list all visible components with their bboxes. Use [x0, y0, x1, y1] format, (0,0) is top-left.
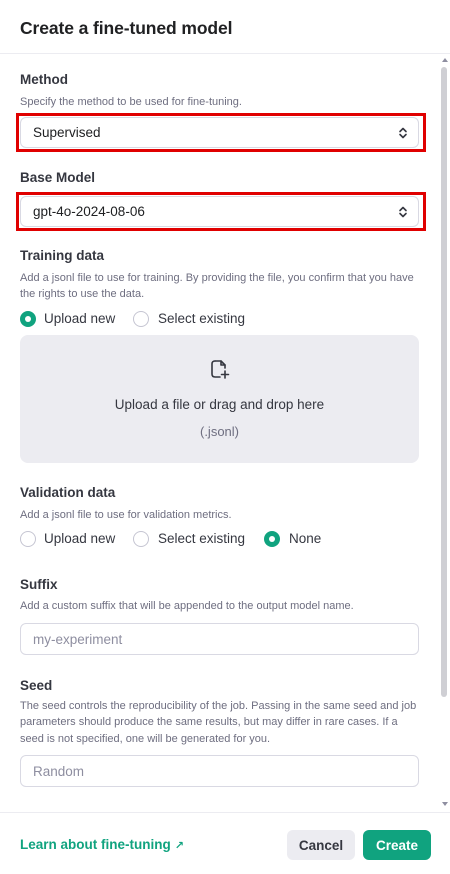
training-radio-upload-new-label: Upload new — [44, 311, 116, 326]
dropzone-text: Upload a file or drag and drop here — [114, 397, 325, 412]
chevron-up-down-icon — [399, 206, 407, 218]
create-fine-tuned-model-dialog: Create a fine-tuned model Method Specify… — [0, 0, 450, 874]
validation-radio-none[interactable]: None — [264, 529, 334, 549]
training-radio-upload-new[interactable]: Upload new — [20, 309, 130, 329]
method-hint: Specify the method to be used for fine-t… — [20, 96, 242, 108]
learn-about-fine-tuning-link[interactable]: Learn about fine-tuning ↗ — [20, 837, 184, 852]
dialog-header: Create a fine-tuned model — [0, 0, 450, 54]
training-radio-select-existing[interactable]: Select existing — [133, 309, 253, 329]
validation-radio-upload-new-label: Upload new — [44, 531, 116, 546]
method-select[interactable]: Supervised — [20, 117, 419, 148]
base-model-label: Base Model — [20, 170, 96, 185]
radio-unselected-icon — [20, 531, 36, 547]
dropzone-file-type: (.jsonl) — [199, 424, 239, 439]
seed-hint: The seed controls the reproducibility of… — [20, 700, 417, 745]
create-button[interactable]: Create — [363, 830, 431, 860]
training-radio-select-existing-label: Select existing — [158, 311, 246, 326]
validation-radio-select-existing[interactable]: Select existing — [133, 529, 253, 549]
radio-selected-icon — [20, 311, 36, 327]
suffix-hint: Add a custom suffix that will be appende… — [20, 600, 354, 612]
training-data-label: Training data — [20, 248, 105, 263]
validation-radio-select-existing-label: Select existing — [158, 531, 246, 546]
chevron-up-down-icon — [399, 127, 407, 139]
scroll-down-arrow-icon[interactable] — [442, 802, 448, 806]
cancel-button[interactable]: Cancel — [287, 830, 355, 860]
validation-data-hint: Add a jsonl file to use for validation m… — [20, 509, 232, 521]
method-label: Method — [20, 72, 68, 87]
scrollbar-thumb[interactable] — [441, 67, 447, 697]
radio-unselected-icon — [133, 311, 149, 327]
base-model-select-value: gpt-4o-2024-08-06 — [33, 204, 145, 219]
file-plus-icon — [211, 360, 230, 379]
dialog-body[interactable]: Method Specify the method to be used for… — [0, 55, 450, 812]
method-select-value: Supervised — [33, 125, 101, 140]
suffix-label: Suffix — [20, 577, 58, 592]
training-file-dropzone[interactable]: Upload a file or drag and drop here (.js… — [20, 335, 419, 463]
seed-label: Seed — [20, 678, 53, 693]
arrow-up-right-icon: ↗ — [174, 840, 184, 852]
training-data-hint: Add a jsonl file to use for training. By… — [20, 272, 414, 301]
dialog-title: Create a fine-tuned model — [20, 18, 233, 38]
seed-input[interactable] — [20, 755, 419, 787]
base-model-select[interactable]: gpt-4o-2024-08-06 — [20, 196, 419, 227]
validation-radio-upload-new[interactable]: Upload new — [20, 529, 130, 549]
validation-data-label: Validation data — [20, 485, 116, 500]
radio-unselected-icon — [133, 531, 149, 547]
validation-radio-none-label: None — [289, 531, 322, 546]
dialog-scrollbar[interactable] — [439, 55, 450, 812]
radio-selected-icon — [264, 531, 280, 547]
learn-link-label: Learn about fine-tuning — [20, 837, 171, 852]
dialog-footer: Learn about fine-tuning ↗ Cancel Create — [0, 812, 450, 874]
suffix-input[interactable] — [20, 623, 419, 655]
scroll-up-arrow-icon[interactable] — [442, 58, 448, 62]
